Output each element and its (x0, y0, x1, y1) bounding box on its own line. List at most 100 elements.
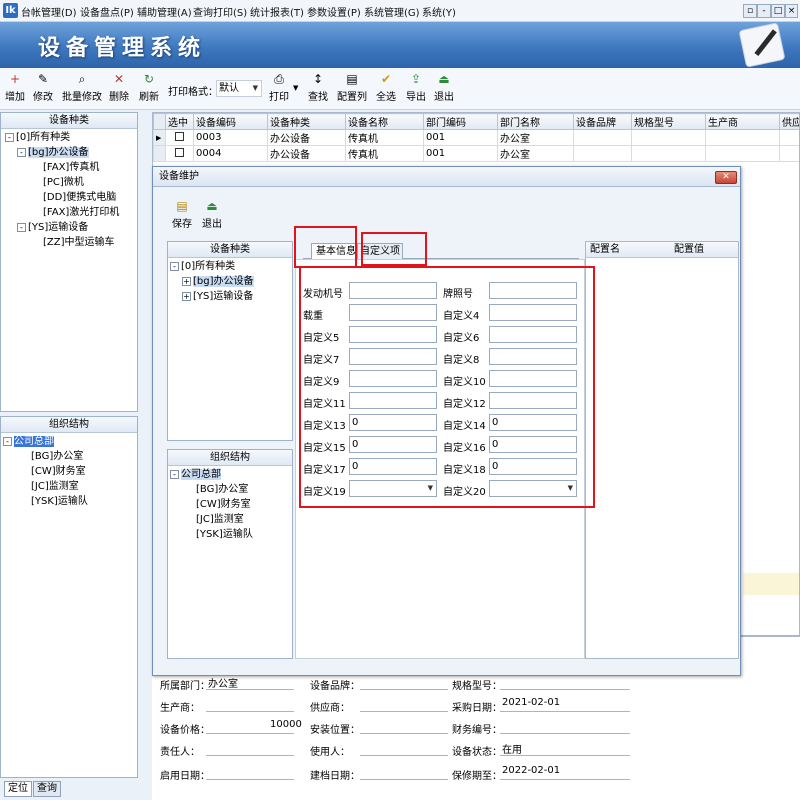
close-icon[interactable]: × (785, 4, 798, 18)
custom-select[interactable] (489, 480, 577, 497)
col-header[interactable]: 部门编码 (423, 113, 498, 130)
location-field[interactable] (360, 733, 448, 734)
start-date-field[interactable] (206, 779, 294, 780)
maximize-icon[interactable]: □ (771, 4, 785, 18)
supplier-field[interactable] (360, 711, 448, 712)
export-button[interactable]: ⇪ 导出 (405, 72, 427, 103)
tab-locate[interactable]: 定位 (4, 781, 32, 797)
tree-item[interactable]: - [0]所有种类 (5, 130, 70, 145)
tree-item[interactable]: [JC]监测室 (196, 512, 244, 527)
custom-select[interactable] (349, 480, 437, 497)
add-button[interactable]: + 增加 (4, 72, 26, 103)
custom-field-input[interactable]: 0 (349, 414, 437, 431)
custom-field-input[interactable] (489, 282, 577, 299)
custom-field-input[interactable] (349, 282, 437, 299)
print-dropdown-icon[interactable]: ▼ (293, 84, 298, 92)
tree-item[interactable]: [BG]办公室 (31, 449, 83, 464)
tree-item[interactable]: [CW]财务室 (31, 464, 86, 479)
dialog-exit-button[interactable]: ⏏ 退出 (201, 199, 223, 230)
tree-item[interactable]: - [0]所有种类 (170, 259, 235, 274)
custom-field-input[interactable] (349, 392, 437, 409)
custom-field-input[interactable] (349, 370, 437, 387)
user-field[interactable] (360, 755, 448, 756)
col-header[interactable]: 生产商 (705, 113, 780, 130)
custom-field-input[interactable]: 0 (349, 436, 437, 453)
tree-item[interactable]: [JC]监测室 (31, 479, 79, 494)
custom-field-input[interactable] (349, 348, 437, 365)
custom-field-input[interactable] (349, 304, 437, 321)
edit-button[interactable]: ✎ 修改 (32, 72, 54, 103)
menu-inventory[interactable]: 设备盘点(P) (80, 4, 134, 19)
tree-item[interactable]: - 公司总部 (170, 467, 221, 482)
tree-item[interactable]: - [YS]运输设备 (17, 220, 88, 235)
custom-field-input[interactable] (489, 326, 577, 343)
dialog-save-button[interactable]: ▤ 保存 (171, 199, 193, 230)
tree-item[interactable]: [YSK]运输队 (31, 494, 88, 509)
menu-system[interactable]: 系统(Y) (422, 4, 456, 19)
tree-item[interactable]: [BG]办公室 (196, 482, 248, 497)
custom-field-input[interactable] (349, 326, 437, 343)
select-all-button[interactable]: ✔ 全选 (375, 72, 397, 103)
custom-field-input[interactable] (489, 348, 577, 365)
exit-button[interactable]: ⏏ 退出 (433, 72, 455, 103)
row-checkbox[interactable] (175, 131, 184, 141)
batch-edit-button[interactable]: ⌕ 批量修改 (62, 72, 102, 103)
custom-field-input[interactable]: 0 (489, 436, 577, 453)
col-header[interactable]: 选中 (165, 113, 194, 130)
tree-item[interactable]: - 公司总部 (3, 434, 54, 449)
tree-item[interactable]: [FAX]激光打印机 (43, 205, 119, 220)
tree-item[interactable]: [FAX]传真机 (43, 160, 99, 175)
tree-item[interactable]: + [YS]运输设备 (182, 289, 253, 304)
tab-query[interactable]: 查询 (33, 781, 61, 797)
tree-item[interactable]: [CW]财务室 (196, 497, 251, 512)
col-header[interactable]: 设备编码 (193, 113, 268, 130)
price-value[interactable]: 10000 (270, 719, 302, 730)
col-header[interactable]: 设备品牌 (573, 113, 632, 130)
warranty-value[interactable]: 2022-02-01 (502, 765, 560, 776)
model-field[interactable] (500, 689, 630, 690)
col-header[interactable]: 供应 (779, 113, 799, 130)
config-value-header[interactable]: 配置值 (674, 242, 704, 257)
menu-ledger[interactable]: 台帐管理(D) (21, 4, 77, 19)
custom-field-input[interactable] (489, 392, 577, 409)
col-header[interactable]: 部门名称 (497, 113, 574, 130)
tree-item[interactable]: [YSK]运输队 (196, 527, 253, 542)
menu-aux[interactable]: 辅助管理(A) (137, 4, 192, 19)
restore-icon[interactable]: ▫ (743, 4, 757, 18)
delete-button[interactable]: ✕ 删除 (108, 72, 130, 103)
archive-date-field[interactable] (360, 779, 448, 780)
menu-params[interactable]: 参数设置(P) (307, 4, 361, 19)
col-header[interactable]: 设备种类 (267, 113, 346, 130)
custom-field-input[interactable]: 0 (349, 458, 437, 475)
col-header[interactable]: 规格型号 (631, 113, 706, 130)
menu-sysadmin[interactable]: 系统管理(G) (364, 4, 420, 19)
find-button[interactable]: ↕ 查找 (307, 72, 329, 103)
table-row[interactable]: ▶ 0003 办公设备 传真机 001 办公室 (153, 129, 799, 146)
print-button[interactable]: ⎙ 打印 (268, 72, 290, 103)
custom-field-input[interactable]: 0 (489, 414, 577, 431)
dialog-close-icon[interactable]: ✕ (715, 171, 737, 184)
col-header[interactable]: 设备名称 (345, 113, 424, 130)
menu-report[interactable]: 统计报表(T) (250, 4, 304, 19)
purchase-date-value[interactable]: 2021-02-01 (502, 697, 560, 708)
table-row[interactable]: 0004 办公设备 传真机 001 办公室 (153, 145, 799, 162)
tree-item[interactable]: [PC]微机 (43, 175, 84, 190)
custom-field-input[interactable] (489, 304, 577, 321)
print-format-select[interactable]: 默认 (216, 80, 262, 97)
minimize-icon[interactable]: - (757, 4, 771, 18)
maker-field[interactable] (206, 711, 294, 712)
finance-no-field[interactable] (500, 733, 630, 734)
config-columns-button[interactable]: ▤ 配置列 (337, 72, 367, 103)
config-name-header[interactable]: 配置名 (590, 242, 620, 257)
owner-field[interactable] (206, 755, 294, 756)
custom-field-input[interactable]: 0 (489, 458, 577, 475)
tree-item[interactable]: + [bg]办公设备 (182, 274, 254, 289)
row-checkbox[interactable] (175, 147, 184, 157)
custom-field-input[interactable] (489, 370, 577, 387)
tree-item[interactable]: [ZZ]中型运输车 (43, 235, 115, 250)
tree-item[interactable]: - [bg]办公设备 (17, 145, 89, 160)
brand-field[interactable] (360, 689, 448, 690)
menu-query-print[interactable]: 查询打印(S) (193, 4, 247, 19)
tree-item[interactable]: [DD]便携式电脑 (43, 190, 116, 205)
status-value[interactable]: 在用 (502, 741, 522, 756)
